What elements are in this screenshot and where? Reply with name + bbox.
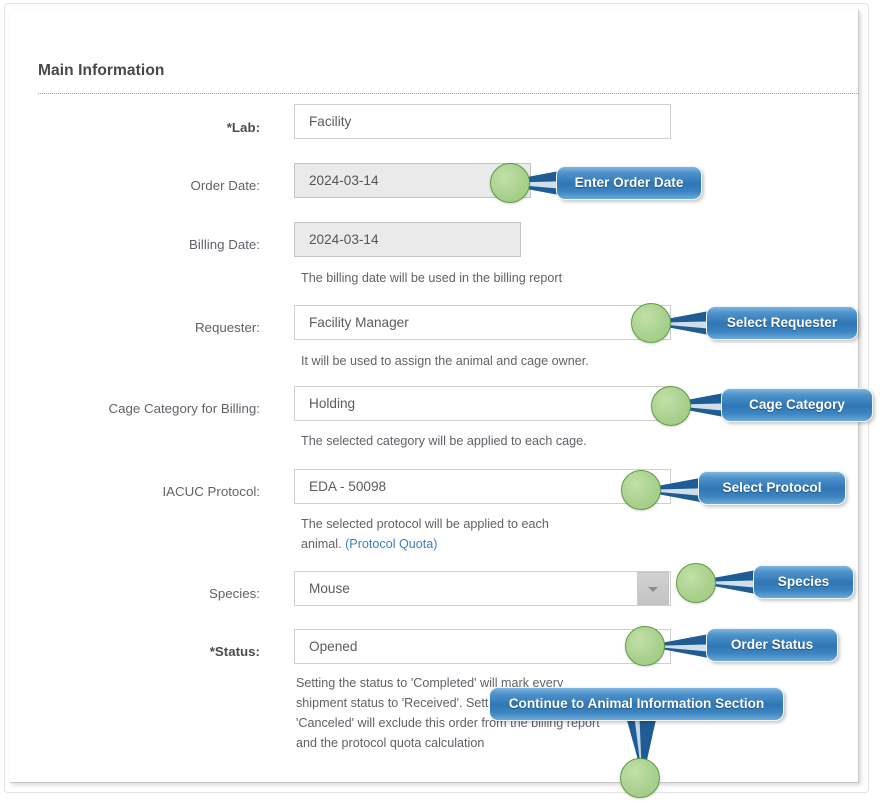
species-input[interactable] bbox=[294, 571, 671, 606]
marker-requester[interactable] bbox=[631, 303, 671, 343]
callout-label: Select Requester bbox=[726, 315, 838, 330]
requester-input[interactable] bbox=[294, 305, 671, 340]
chevron-down-icon bbox=[648, 586, 658, 592]
label-cage-category: Cage Category for Billing: bbox=[108, 401, 260, 416]
help-billing-date: The billing date will be used in the bil… bbox=[301, 271, 563, 285]
marker-order-status[interactable] bbox=[625, 626, 665, 666]
label-iacuc-protocol: IACUC Protocol: bbox=[162, 484, 260, 499]
help-iacuc-protocol: The selected protocol will be applied to… bbox=[301, 514, 631, 554]
callout-label: Order Status bbox=[730, 637, 814, 652]
protocol-quota-link[interactable]: (Protocol Quota) bbox=[345, 537, 437, 551]
help-cage-category: The selected category will be applied to… bbox=[301, 434, 587, 448]
status-input[interactable] bbox=[294, 629, 671, 664]
species-dropdown-button[interactable] bbox=[637, 572, 669, 605]
cage-category-input[interactable] bbox=[294, 386, 671, 421]
label-status: *Status: bbox=[209, 644, 260, 659]
marker-protocol[interactable] bbox=[621, 470, 661, 510]
marker-order-date[interactable] bbox=[490, 163, 530, 203]
help-requester: It will be used to assign the animal and… bbox=[301, 354, 589, 368]
label-order-date: Order Date: bbox=[190, 178, 260, 193]
label-species: Species: bbox=[209, 586, 260, 601]
callout-enter-order-date[interactable]: Enter Order Date bbox=[556, 166, 702, 200]
label-lab: *Lab: bbox=[226, 120, 260, 135]
marker-continue-to-animal-information[interactable] bbox=[620, 758, 660, 798]
callout-label: Species bbox=[777, 574, 830, 589]
section-divider bbox=[38, 93, 859, 94]
callout-continue-to-animal-information[interactable]: Continue to Animal Information Section bbox=[489, 687, 784, 721]
callout-order-status[interactable]: Order Status bbox=[706, 628, 838, 662]
callout-label: Cage Category bbox=[749, 397, 845, 412]
callout-label: Continue to Animal Information Section bbox=[508, 696, 765, 711]
callout-species[interactable]: Species bbox=[753, 565, 854, 599]
callout-label: Select Protocol bbox=[722, 480, 822, 495]
label-billing-date: Billing Date: bbox=[189, 237, 260, 252]
label-requester: Requester: bbox=[194, 320, 260, 335]
callout-label: Enter Order Date bbox=[574, 175, 684, 190]
callout-select-requester[interactable]: Select Requester bbox=[706, 306, 858, 340]
billing-date-input[interactable] bbox=[294, 222, 521, 257]
iacuc-protocol-input[interactable] bbox=[294, 469, 671, 504]
callout-select-protocol[interactable]: Select Protocol bbox=[698, 471, 846, 505]
callout-cage-category[interactable]: Cage Category bbox=[721, 388, 873, 422]
page-title: Main Information bbox=[38, 62, 165, 79]
screenshot-root: Main Information *Lab: Order Date: Billi… bbox=[0, 0, 883, 803]
marker-cage-category[interactable] bbox=[651, 386, 691, 426]
lab-input[interactable] bbox=[294, 104, 671, 139]
marker-species[interactable] bbox=[676, 563, 716, 603]
